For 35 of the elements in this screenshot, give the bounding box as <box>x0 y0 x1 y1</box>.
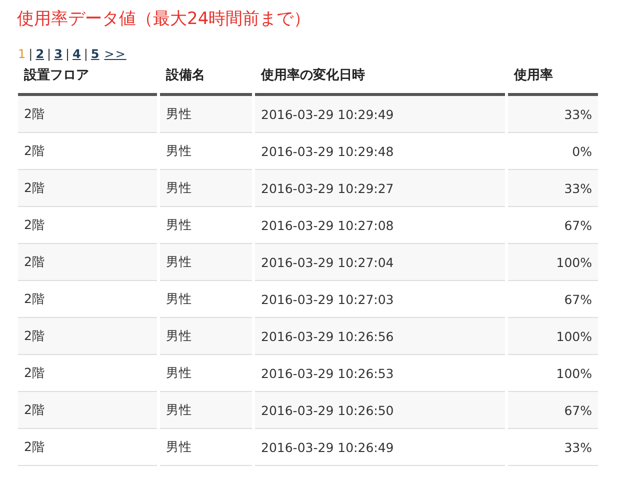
page-link[interactable]: 4 <box>72 46 81 62</box>
table-cell: 男性 <box>160 244 252 281</box>
table-cell: 2階 <box>18 429 157 466</box>
separator: | <box>84 46 88 62</box>
page-link[interactable]: 5 <box>90 46 100 62</box>
page-link[interactable]: 3 <box>54 46 62 62</box>
table-cell: 2016-03-29 10:26:49 <box>255 429 505 466</box>
page-title: 使用率データ値（最大24時間前まで） <box>17 8 311 31</box>
table-cell: 33% <box>508 429 598 466</box>
table-cell: 2階 <box>18 96 157 133</box>
table-cell: 男性 <box>160 318 252 355</box>
table-cell: 2016-03-29 10:26:56 <box>255 318 505 355</box>
table-cell: 男性 <box>160 392 252 429</box>
separator: | <box>65 46 70 62</box>
table-cell: 男性 <box>160 96 252 133</box>
table-cell: 2016-03-29 10:26:50 <box>255 392 505 429</box>
table-cell: 2階 <box>18 170 157 207</box>
table-cell: 2階 <box>18 318 157 355</box>
table-cell: 男性 <box>160 170 252 207</box>
separator: | <box>28 46 33 62</box>
table-cell: 2階 <box>18 392 157 429</box>
table-cell: 男性 <box>160 429 252 466</box>
table-cell: 2階 <box>18 244 157 281</box>
table-cell: 33% <box>508 170 598 207</box>
table-cell: 2016-03-29 10:27:04 <box>255 244 505 281</box>
table-cell: 100% <box>508 318 598 355</box>
table-cell: 2016-03-29 10:29:27 <box>255 170 505 207</box>
current-page: 1 <box>18 46 26 62</box>
table-cell: 67% <box>508 392 598 429</box>
table-cell: 33% <box>508 96 598 133</box>
separator: | <box>47 46 52 62</box>
table-cell: 100% <box>508 244 598 281</box>
page-link[interactable]: 2 <box>36 46 44 62</box>
next-link[interactable]: >> <box>104 46 126 62</box>
table-cell: 2016-03-29 10:29:49 <box>255 96 505 133</box>
